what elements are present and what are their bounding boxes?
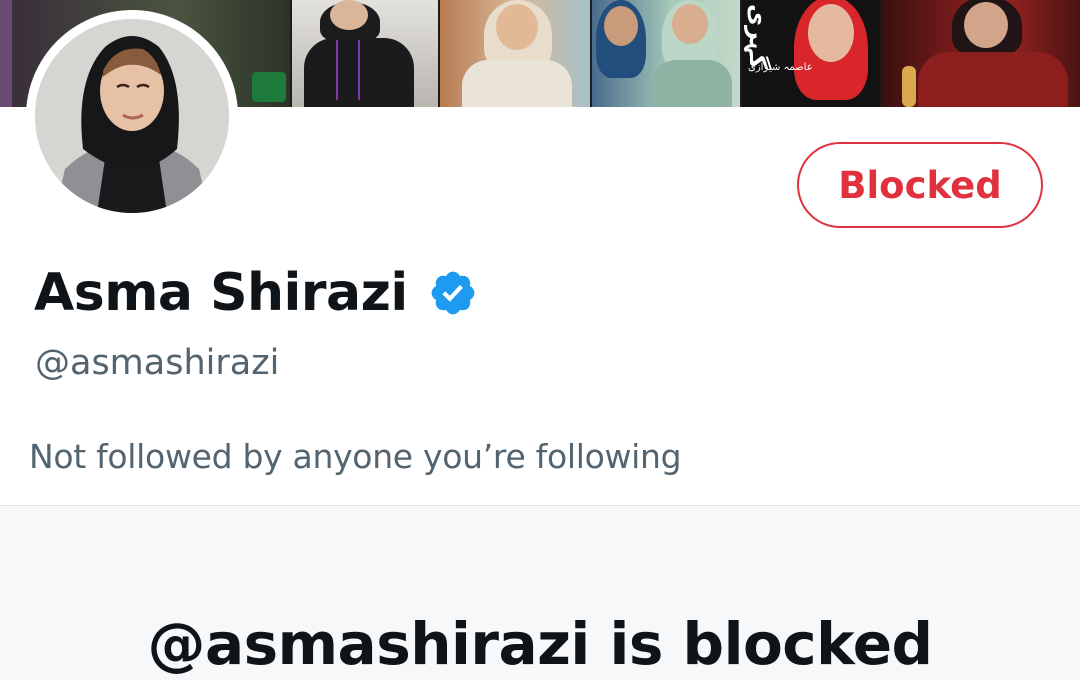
blocked-notice-title: @asmashirazi is blocked xyxy=(147,610,933,678)
banner-photo-7 xyxy=(882,0,1080,107)
profile-avatar[interactable] xyxy=(26,10,238,222)
followers-context-text[interactable]: Not followed by anyone you’re following xyxy=(29,437,682,476)
profile-display-name: Asma Shirazi xyxy=(34,263,408,323)
profile-name-row: Asma Shirazi xyxy=(34,258,478,328)
banner-urdu-title: گہری xyxy=(744,4,772,69)
banner-photo-3 xyxy=(292,0,438,107)
avatar-photo xyxy=(35,19,229,213)
banner-urdu-subtitle: عاصمہ شیرازی xyxy=(748,62,813,73)
blocked-button[interactable]: Blocked xyxy=(797,142,1043,228)
banner-photo-4 xyxy=(440,0,590,107)
profile-handle: @asmashirazi xyxy=(35,343,280,383)
banner-photo-5 xyxy=(592,0,740,107)
banner-photo-1 xyxy=(0,0,12,107)
verified-badge-icon[interactable] xyxy=(408,264,478,323)
avatar-portrait xyxy=(35,19,229,213)
banner-photo-6: گہری عاصمہ شیرازی xyxy=(742,0,880,107)
